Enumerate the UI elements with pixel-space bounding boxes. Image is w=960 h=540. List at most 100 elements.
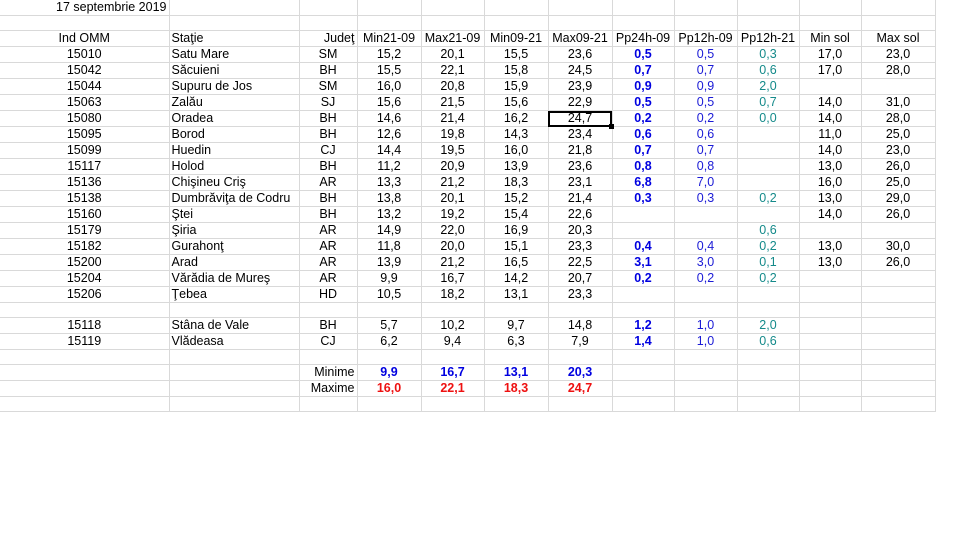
- data-cell[interactable]: 21,2: [421, 254, 485, 271]
- empty-cell[interactable]: [169, 15, 300, 31]
- data-cell[interactable]: BH: [299, 190, 358, 207]
- data-cell[interactable]: 10,5: [357, 286, 422, 303]
- data-cell[interactable]: CJ: [299, 333, 358, 350]
- data-cell[interactable]: 19,8: [421, 126, 485, 143]
- data-cell[interactable]: 26,0: [861, 206, 936, 223]
- column-header[interactable]: Min sol: [799, 30, 862, 47]
- data-cell[interactable]: 20,7: [548, 270, 613, 287]
- column-header[interactable]: Max21-09: [421, 30, 485, 47]
- data-cell[interactable]: 20,8: [421, 78, 485, 95]
- data-cell[interactable]: 1,0: [674, 333, 738, 350]
- data-cell[interactable]: 9,7: [484, 317, 549, 334]
- station-name-cell[interactable]: Oradea: [169, 110, 300, 127]
- data-cell[interactable]: 1,0: [674, 317, 738, 334]
- column-header[interactable]: Pp12h-09: [674, 30, 738, 47]
- station-id-cell[interactable]: 15063: [0, 94, 170, 111]
- data-cell[interactable]: 0,5: [674, 46, 738, 63]
- empty-cell[interactable]: [357, 15, 422, 31]
- data-cell[interactable]: 14,6: [357, 110, 422, 127]
- data-cell[interactable]: 22,0: [421, 222, 485, 239]
- data-cell[interactable]: 15,8: [484, 62, 549, 79]
- data-cell[interactable]: [612, 286, 675, 303]
- data-cell[interactable]: AR: [299, 238, 358, 255]
- data-cell[interactable]: 22,1: [421, 62, 485, 79]
- data-cell[interactable]: 0,6: [737, 62, 800, 79]
- data-cell[interactable]: [674, 286, 738, 303]
- data-cell[interactable]: 0,8: [612, 158, 675, 175]
- data-cell[interactable]: 30,0: [861, 238, 936, 255]
- data-cell[interactable]: AR: [299, 174, 358, 191]
- station-id-cell[interactable]: 15095: [0, 126, 170, 143]
- empty-cell[interactable]: [612, 364, 675, 381]
- data-cell[interactable]: 14,0: [799, 110, 862, 127]
- data-cell[interactable]: 0,2: [674, 270, 738, 287]
- data-cell[interactable]: 2,0: [737, 78, 800, 95]
- station-id-cell[interactable]: 15080: [0, 110, 170, 127]
- station-name-cell[interactable]: Ţebea: [169, 286, 300, 303]
- empty-cell[interactable]: [737, 396, 800, 412]
- empty-cell[interactable]: [737, 349, 800, 365]
- data-cell[interactable]: [799, 286, 862, 303]
- data-cell[interactable]: BH: [299, 317, 358, 334]
- empty-cell[interactable]: [737, 302, 800, 318]
- summary-value[interactable]: 16,0: [357, 380, 422, 397]
- data-cell[interactable]: SM: [299, 46, 358, 63]
- summary-label[interactable]: Maxime: [299, 380, 358, 397]
- data-cell[interactable]: 0,1: [737, 254, 800, 271]
- column-header[interactable]: Max09-21: [548, 30, 613, 47]
- data-cell[interactable]: 13,8: [357, 190, 422, 207]
- data-cell[interactable]: 15,6: [357, 94, 422, 111]
- data-cell[interactable]: 13,0: [799, 158, 862, 175]
- data-cell[interactable]: 15,5: [484, 46, 549, 63]
- data-cell[interactable]: [861, 78, 936, 95]
- empty-cell[interactable]: [799, 396, 862, 412]
- column-header[interactable]: Min09-21: [484, 30, 549, 47]
- data-cell[interactable]: 0,7: [612, 62, 675, 79]
- data-cell[interactable]: 23,3: [548, 238, 613, 255]
- station-name-cell[interactable]: Dumbrăviţa de Codru: [169, 190, 300, 207]
- data-cell[interactable]: 28,0: [861, 110, 936, 127]
- station-name-cell[interactable]: Arad: [169, 254, 300, 271]
- data-cell[interactable]: 22,6: [548, 206, 613, 223]
- data-cell[interactable]: 23,6: [548, 46, 613, 63]
- data-cell[interactable]: 21,4: [421, 110, 485, 127]
- data-cell[interactable]: 22,5: [548, 254, 613, 271]
- data-cell[interactable]: AR: [299, 270, 358, 287]
- empty-cell[interactable]: [799, 349, 862, 365]
- data-cell[interactable]: 15,5: [357, 62, 422, 79]
- empty-cell[interactable]: [357, 302, 422, 318]
- data-cell[interactable]: BH: [299, 158, 358, 175]
- summary-value[interactable]: 18,3: [484, 380, 549, 397]
- station-name-cell[interactable]: Şiria: [169, 222, 300, 239]
- empty-cell[interactable]: [861, 349, 936, 365]
- empty-cell[interactable]: [299, 349, 358, 365]
- data-cell[interactable]: [612, 222, 675, 239]
- data-cell[interactable]: 19,2: [421, 206, 485, 223]
- empty-cell[interactable]: [861, 15, 936, 31]
- data-cell[interactable]: 0,7: [674, 142, 738, 159]
- column-header[interactable]: Pp24h-09: [612, 30, 675, 47]
- empty-cell[interactable]: [861, 364, 936, 381]
- data-cell[interactable]: 6,3: [484, 333, 549, 350]
- station-id-cell[interactable]: 15160: [0, 206, 170, 223]
- station-id-cell[interactable]: 15119: [0, 333, 170, 350]
- data-cell[interactable]: BH: [299, 62, 358, 79]
- data-cell[interactable]: 0,5: [612, 94, 675, 111]
- column-header[interactable]: Pp12h-21: [737, 30, 800, 47]
- empty-cell[interactable]: [299, 15, 358, 31]
- data-cell[interactable]: [861, 333, 936, 350]
- empty-cell[interactable]: [674, 349, 738, 365]
- data-cell[interactable]: [674, 222, 738, 239]
- data-cell[interactable]: 13,9: [484, 158, 549, 175]
- data-cell[interactable]: HD: [299, 286, 358, 303]
- empty-cell[interactable]: [357, 396, 422, 412]
- data-cell[interactable]: 14,8: [548, 317, 613, 334]
- empty-cell[interactable]: [484, 302, 549, 318]
- station-id-cell[interactable]: 15118: [0, 317, 170, 334]
- spreadsheet-grid[interactable]: 17 septembrie 2019 Ind OMM Staţie Judeţ Min2…: [0, 0, 936, 412]
- station-name-cell[interactable]: Borod: [169, 126, 300, 143]
- data-cell[interactable]: 0,3: [612, 190, 675, 207]
- empty-cell[interactable]: [169, 349, 300, 365]
- data-cell[interactable]: 13,3: [357, 174, 422, 191]
- empty-cell[interactable]: [737, 364, 800, 381]
